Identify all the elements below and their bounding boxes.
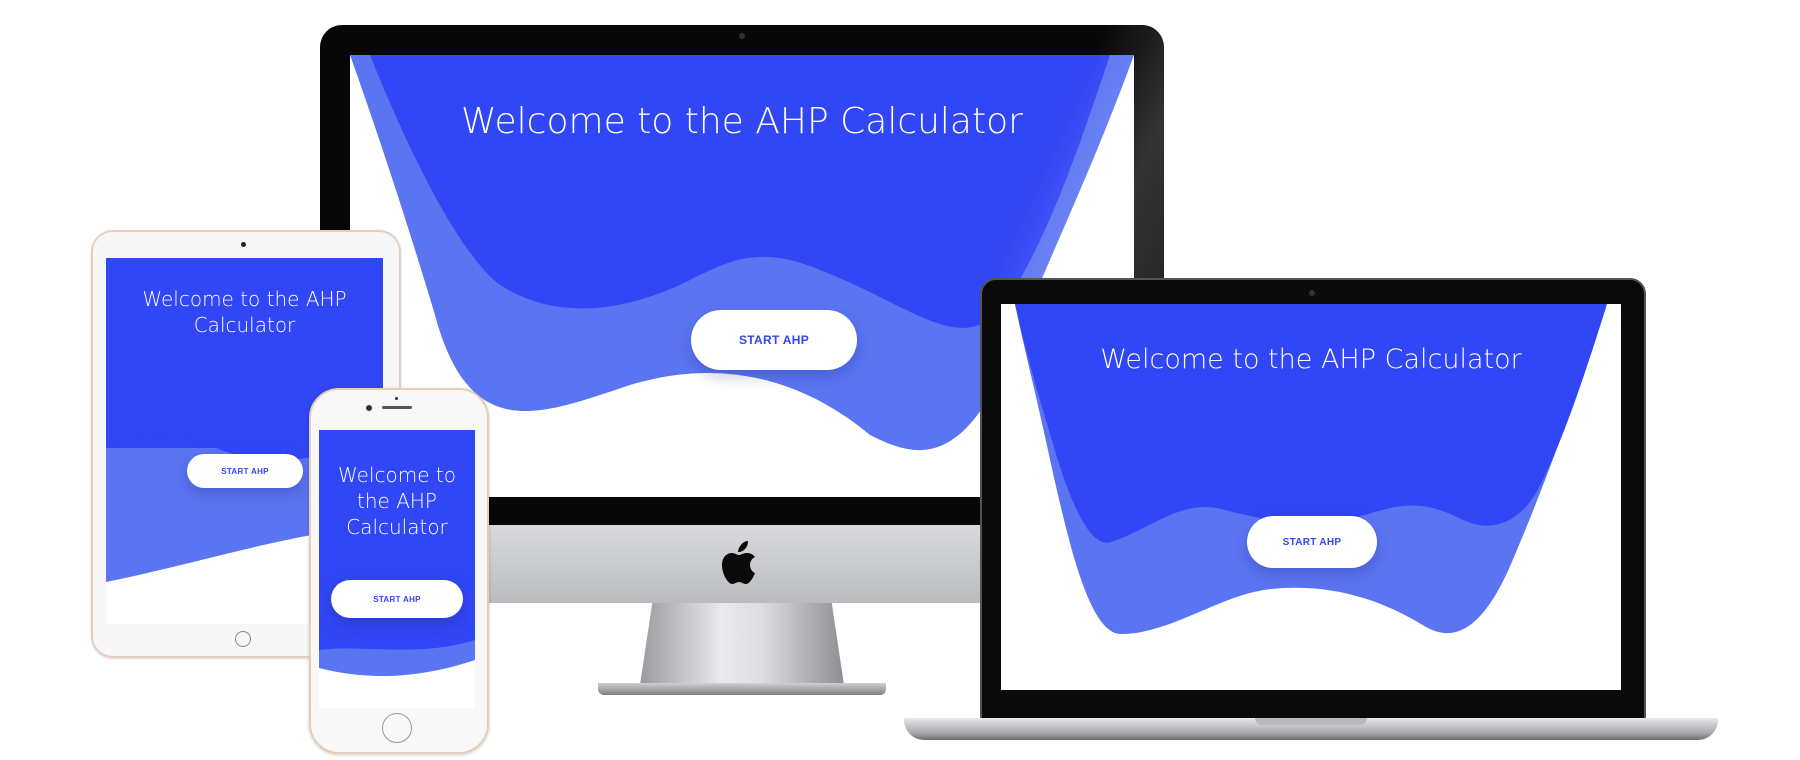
desktop-stand-neck bbox=[640, 603, 844, 685]
desktop-start-ahp-button[interactable]: START AHP bbox=[691, 310, 857, 370]
tablet-start-ahp-button[interactable]: START AHP bbox=[187, 454, 303, 488]
laptop-start-ahp-button[interactable]: START AHP bbox=[1247, 516, 1377, 568]
tablet-camera bbox=[241, 242, 246, 247]
laptop-camera bbox=[1309, 290, 1315, 296]
desktop-camera bbox=[739, 33, 745, 39]
laptop-opening-notch bbox=[1255, 718, 1367, 725]
desktop-stand-foot bbox=[598, 683, 886, 695]
phone-start-ahp-button[interactable]: START AHP bbox=[331, 580, 463, 618]
laptop-title: Welcome to the AHP Calculator bbox=[1100, 344, 1522, 375]
laptop-screen: Welcome to the AHP Calculator START AHP bbox=[1001, 304, 1621, 690]
phone-camera bbox=[366, 405, 372, 411]
phone-screen: Welcome to the AHP Calculator START AHP bbox=[319, 430, 475, 708]
apple-logo-icon bbox=[722, 541, 755, 584]
phone-title: Welcome to the AHP Calculator bbox=[338, 463, 456, 539]
phone-home-button[interactable] bbox=[382, 713, 412, 743]
phone-speaker bbox=[382, 406, 412, 409]
phone-sensor bbox=[395, 397, 398, 400]
tablet-title: Welcome to the AHP Calculator bbox=[142, 287, 347, 337]
tablet-home-button[interactable] bbox=[235, 631, 251, 647]
